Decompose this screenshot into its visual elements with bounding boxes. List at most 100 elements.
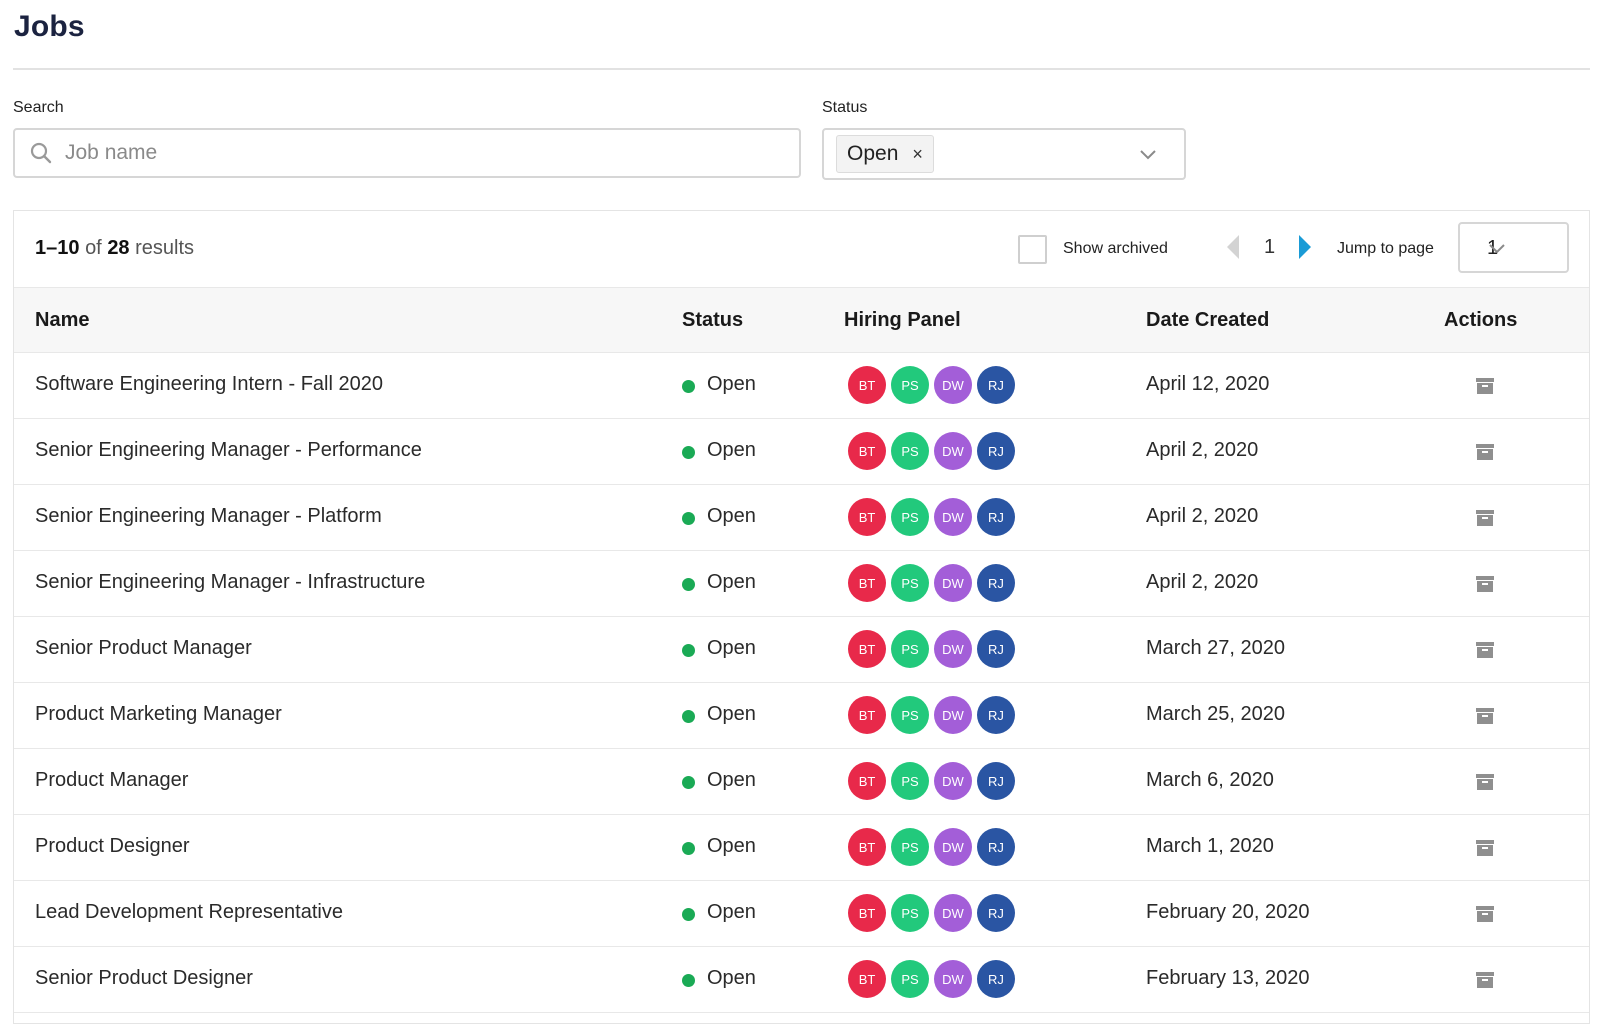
column-header-date-created[interactable]: Date Created [1146,309,1269,332]
hiring-panel: BT PS DW RJ [848,366,1020,404]
avatar[interactable]: PS [891,432,929,470]
date-created: February 20, 2020 [1146,901,1310,923]
archive-icon[interactable] [1474,639,1496,661]
avatar[interactable]: PS [891,564,929,602]
table-row[interactable]: Senior Product Designer Open BT PS DW RJ Febru… [14,947,1589,1013]
table-row[interactable]: Senior Engineering Manager - Infrastruct… [14,551,1589,617]
avatar[interactable]: PS [891,630,929,668]
search-input[interactable] [65,141,765,165]
archive-icon[interactable] [1474,573,1496,595]
avatar[interactable]: DW [934,960,972,998]
avatar[interactable]: DW [934,894,972,932]
archive-icon[interactable] [1474,705,1496,727]
status-filter-select[interactable]: Open × [822,128,1186,180]
table-row[interactable]: Senior Engineering Manager - Platform Ope… [14,485,1589,551]
avatar[interactable]: RJ [977,630,1015,668]
job-name[interactable]: Product Manager [35,769,188,792]
job-name[interactable]: Product Designer [35,835,190,858]
job-name[interactable]: Senior Engineering Manager - Platform [35,505,382,528]
status-dot-icon [682,578,695,591]
avatar[interactable]: RJ [977,762,1015,800]
job-name[interactable]: Product Marketing Manager [35,703,282,726]
job-status: Open [707,571,756,593]
jump-to-page-select[interactable]: 1 [1458,222,1569,273]
avatar[interactable]: PS [891,696,929,734]
archive-icon[interactable] [1474,375,1496,397]
search-field[interactable] [13,128,801,178]
archive-icon[interactable] [1474,441,1496,463]
chevron-down-icon [1487,238,1545,264]
job-name[interactable]: Senior Product Designer [35,967,253,990]
avatar[interactable]: BT [848,498,886,536]
avatar[interactable]: RJ [977,828,1015,866]
avatar[interactable]: PS [891,828,929,866]
avatar[interactable]: DW [934,828,972,866]
avatar[interactable]: DW [934,762,972,800]
job-name[interactable]: Lead Development Representative [35,901,343,924]
avatar[interactable]: RJ [977,498,1015,536]
column-header-name[interactable]: Name [35,309,89,332]
avatar[interactable]: PS [891,366,929,404]
table-row[interactable]: Product Designer Open BT PS DW RJ March 1, 202… [14,815,1589,881]
avatar[interactable]: BT [848,630,886,668]
archive-icon[interactable] [1474,969,1496,991]
avatar[interactable]: PS [891,762,929,800]
hiring-panel: BT PS DW RJ [848,564,1020,602]
avatar[interactable]: RJ [977,366,1015,404]
avatar[interactable]: RJ [977,564,1015,602]
job-status: Open [707,967,756,989]
job-status: Open [707,769,756,791]
archive-icon[interactable] [1474,837,1496,859]
table-header: Name Status Hiring Panel Date Created Ac… [14,287,1589,353]
archive-icon[interactable] [1474,507,1496,529]
avatar[interactable]: DW [934,498,972,536]
avatar[interactable]: BT [848,894,886,932]
status-chip: Open × [836,135,934,173]
avatar[interactable]: RJ [977,696,1015,734]
avatar[interactable]: BT [848,432,886,470]
column-header-status[interactable]: Status [682,309,743,332]
avatar[interactable]: DW [934,630,972,668]
status-dot-icon [682,974,695,987]
date-created: April 12, 2020 [1146,373,1270,395]
chevron-down-icon[interactable] [1138,144,1158,169]
table-row[interactable]: Product Manager Open BT PS DW RJ March 6, 2020 [14,749,1589,815]
archive-icon[interactable] [1474,903,1496,925]
avatar[interactable]: RJ [977,960,1015,998]
avatar[interactable]: DW [934,696,972,734]
table-row[interactable]: Software Engineering Intern - Fall 2020 O… [14,353,1589,419]
avatar[interactable]: RJ [977,432,1015,470]
job-status: Open [707,505,756,527]
hiring-panel: BT PS DW RJ [848,828,1020,866]
avatar[interactable]: DW [934,564,972,602]
show-archived-label[interactable]: Show archived [1063,240,1168,258]
show-archived-checkbox[interactable] [1018,235,1047,264]
hiring-panel: BT PS DW RJ [848,894,1020,932]
table-row[interactable]: Lead Development Representative Open BT PS D… [14,881,1589,947]
current-page-number: 1 [1264,236,1276,258]
table-row[interactable]: Senior Engineering Manager - Performance… [14,419,1589,485]
avatar[interactable]: DW [934,366,972,404]
avatar[interactable]: PS [891,960,929,998]
table-row[interactable]: Product Marketing Manager Open BT PS DW RJ Mar… [14,683,1589,749]
table-row[interactable]: Senior Product Manager Open BT PS DW RJ March … [14,617,1589,683]
avatar[interactable]: DW [934,432,972,470]
previous-page-icon[interactable] [1225,233,1241,266]
avatar[interactable]: PS [891,498,929,536]
avatar[interactable]: BT [848,828,886,866]
job-name[interactable]: Senior Engineering Manager - Performance [35,439,422,462]
next-page-icon[interactable] [1297,233,1313,266]
avatar[interactable]: BT [848,960,886,998]
archive-icon[interactable] [1474,771,1496,793]
avatar[interactable]: BT [848,564,886,602]
job-name[interactable]: Senior Product Manager [35,637,252,660]
avatar[interactable]: PS [891,894,929,932]
avatar[interactable]: BT [848,366,886,404]
remove-chip-icon[interactable]: × [912,144,923,165]
avatar[interactable]: BT [848,696,886,734]
job-name[interactable]: Senior Engineering Manager - Infrastruct… [35,571,425,594]
job-status: Open [707,901,756,923]
job-name[interactable]: Software Engineering Intern - Fall 2020 [35,373,383,396]
avatar[interactable]: BT [848,762,886,800]
avatar[interactable]: RJ [977,894,1015,932]
